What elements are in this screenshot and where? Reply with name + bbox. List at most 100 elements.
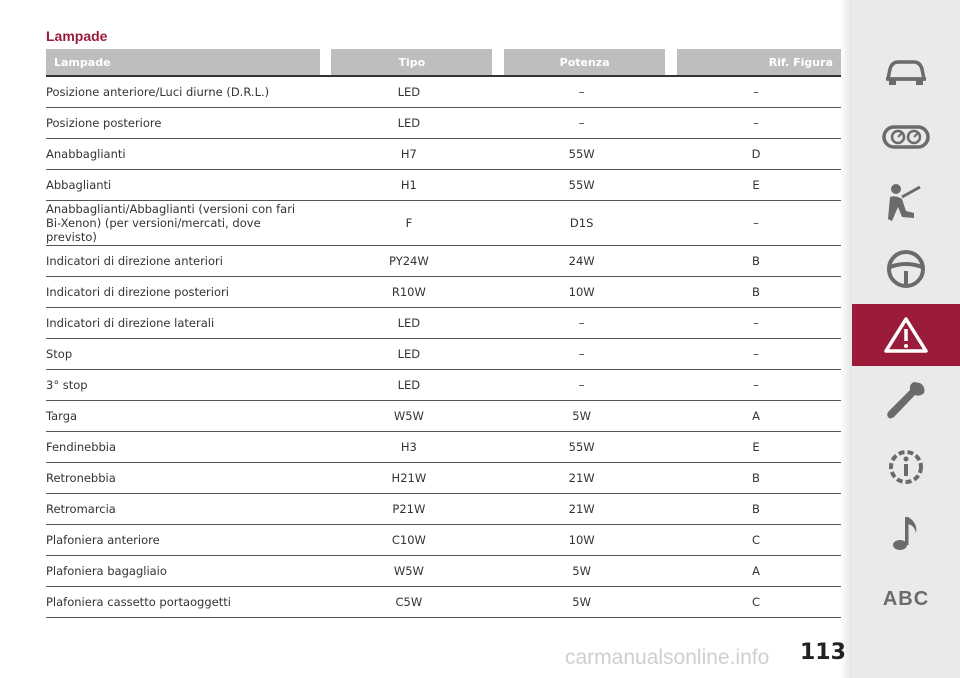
cell-potenza: 55W	[504, 139, 666, 170]
table-row: Indicatori di direzione anteriori PY24W 24…	[46, 246, 841, 277]
watermark: carmanualsonline.info	[565, 646, 770, 669]
header-lampade: Lampade	[46, 49, 320, 77]
cell-lampade: Indicatori di direzione laterali	[46, 308, 320, 339]
cell-lampade: Anabbaglianti	[46, 139, 320, 170]
cell-lampade: Stop	[46, 339, 320, 370]
cell-potenza: 5W	[504, 587, 666, 618]
cell-tipo: LED	[331, 108, 493, 139]
cell-rif-figura: D	[677, 139, 841, 170]
cell-rif-figura: A	[677, 556, 841, 587]
cell-tipo: H1	[331, 170, 493, 201]
sidebar-item-maintenance[interactable]	[852, 370, 960, 432]
cell-potenza: 21W	[504, 494, 666, 525]
cell-rif-figura: A	[677, 401, 841, 432]
cell-tipo: LED	[331, 308, 493, 339]
lamps-table: Lampade Tipo Potenza Rif. Figura Posizio…	[46, 49, 841, 618]
header-rif-figura: Rif. Figura	[677, 49, 841, 77]
section-title: Lampade	[46, 28, 108, 44]
table-row: Abbaglianti H1 55W E	[46, 170, 841, 201]
cell-potenza: 10W	[504, 525, 666, 556]
cell-rif-figura: C	[677, 525, 841, 556]
warning-triangle-icon	[884, 317, 928, 353]
table-row: Indicatori di direzione posteriori R10W 10…	[46, 277, 841, 308]
sidebar-item-car[interactable]	[852, 40, 960, 102]
cell-lampade: Plafoniera cassetto portaoggetti	[46, 587, 320, 618]
sidebar-item-index[interactable]: ABC	[852, 568, 960, 630]
dashboard-gauges-icon	[882, 125, 930, 149]
cell-tipo: R10W	[331, 277, 493, 308]
sidebar-item-safety[interactable]	[852, 172, 960, 234]
cell-lampade: Posizione posteriore	[46, 108, 320, 139]
cell-rif-figura: –	[677, 308, 841, 339]
table-row: Posizione posteriore LED – –	[46, 108, 841, 139]
cell-rif-figura: –	[677, 77, 841, 108]
cell-lampade: Retromarcia	[46, 494, 320, 525]
index-label: ABC	[882, 587, 930, 610]
cell-lampade: Plafoniera bagagliaio	[46, 556, 320, 587]
cell-lampade: Abbaglianti	[46, 170, 320, 201]
table-row: Anabbaglianti/Abbaglianti (versioni con …	[46, 201, 841, 246]
cell-potenza: 5W	[504, 556, 666, 587]
cell-tipo: C10W	[331, 525, 493, 556]
steering-wheel-icon	[887, 250, 925, 288]
cell-rif-figura: –	[677, 339, 841, 370]
manual-page: Lampade Lampade Tipo Potenza Rif. Figura…	[0, 0, 852, 678]
cell-rif-figura: B	[677, 246, 841, 277]
table-row: Anabbaglianti H7 55W D	[46, 139, 841, 170]
cell-lampade: 3° stop	[46, 370, 320, 401]
header-tipo: Tipo	[331, 49, 493, 77]
cell-rif-figura: B	[677, 494, 841, 525]
table-row: Plafoniera anteriore C10W 10W C	[46, 525, 841, 556]
table-row: Retronebbia H21W 21W B	[46, 463, 841, 494]
cell-tipo: C5W	[331, 587, 493, 618]
table-row: Stop LED – –	[46, 339, 841, 370]
info-gear-icon	[889, 450, 923, 484]
cell-tipo: W5W	[331, 556, 493, 587]
sidebar-item-multimedia[interactable]	[852, 502, 960, 564]
cell-potenza: 5W	[504, 401, 666, 432]
wrench-icon	[887, 382, 925, 419]
table-row: Indicatori di direzione laterali LED – –	[46, 308, 841, 339]
cell-potenza: 24W	[504, 246, 666, 277]
header-potenza: Potenza	[504, 49, 666, 77]
sidebar-item-dashboard[interactable]	[852, 106, 960, 168]
cell-lampade: Indicatori di direzione anteriori	[46, 246, 320, 277]
sidebar-item-technical-data[interactable]	[852, 436, 960, 498]
cell-potenza: D1S	[504, 201, 666, 246]
table-row: Retromarcia P21W 21W B	[46, 494, 841, 525]
cell-rif-figura: C	[677, 587, 841, 618]
cell-rif-figura: –	[677, 108, 841, 139]
cell-potenza: 21W	[504, 463, 666, 494]
table-row: Targa W5W 5W A	[46, 401, 841, 432]
sidebar-item-driving[interactable]	[852, 238, 960, 300]
cell-rif-figura: E	[677, 432, 841, 463]
table-header-row: Lampade Tipo Potenza Rif. Figura	[46, 49, 841, 77]
cell-tipo: P21W	[331, 494, 493, 525]
cell-lampade: Retronebbia	[46, 463, 320, 494]
cell-tipo: LED	[331, 77, 493, 108]
cell-potenza: –	[504, 339, 666, 370]
cell-potenza: 55W	[504, 170, 666, 201]
cell-lampade: Fendinebbia	[46, 432, 320, 463]
cell-potenza: –	[504, 370, 666, 401]
cell-tipo: W5W	[331, 401, 493, 432]
table-row: 3° stop LED – –	[46, 370, 841, 401]
cell-lampade: Plafoniera anteriore	[46, 525, 320, 556]
cell-potenza: –	[504, 308, 666, 339]
cell-tipo: LED	[331, 370, 493, 401]
cell-tipo: F	[331, 201, 493, 246]
table-row: Plafoniera bagagliaio W5W 5W A	[46, 556, 841, 587]
sidebar-item-emergency[interactable]	[852, 304, 960, 366]
cell-lampade: Anabbaglianti/Abbaglianti (versioni con …	[46, 201, 320, 246]
table-row: Fendinebbia H3 55W E	[46, 432, 841, 463]
cell-tipo: PY24W	[331, 246, 493, 277]
cell-rif-figura: –	[677, 201, 841, 246]
cell-lampade: Indicatori di direzione posteriori	[46, 277, 320, 308]
cell-tipo: H3	[331, 432, 493, 463]
cell-potenza: –	[504, 108, 666, 139]
chapter-sidebar: ABC	[852, 0, 960, 678]
music-note-icon	[893, 517, 917, 550]
car-icon	[886, 60, 926, 85]
cell-rif-figura: B	[677, 463, 841, 494]
seatbelt-passenger-icon	[888, 184, 921, 221]
